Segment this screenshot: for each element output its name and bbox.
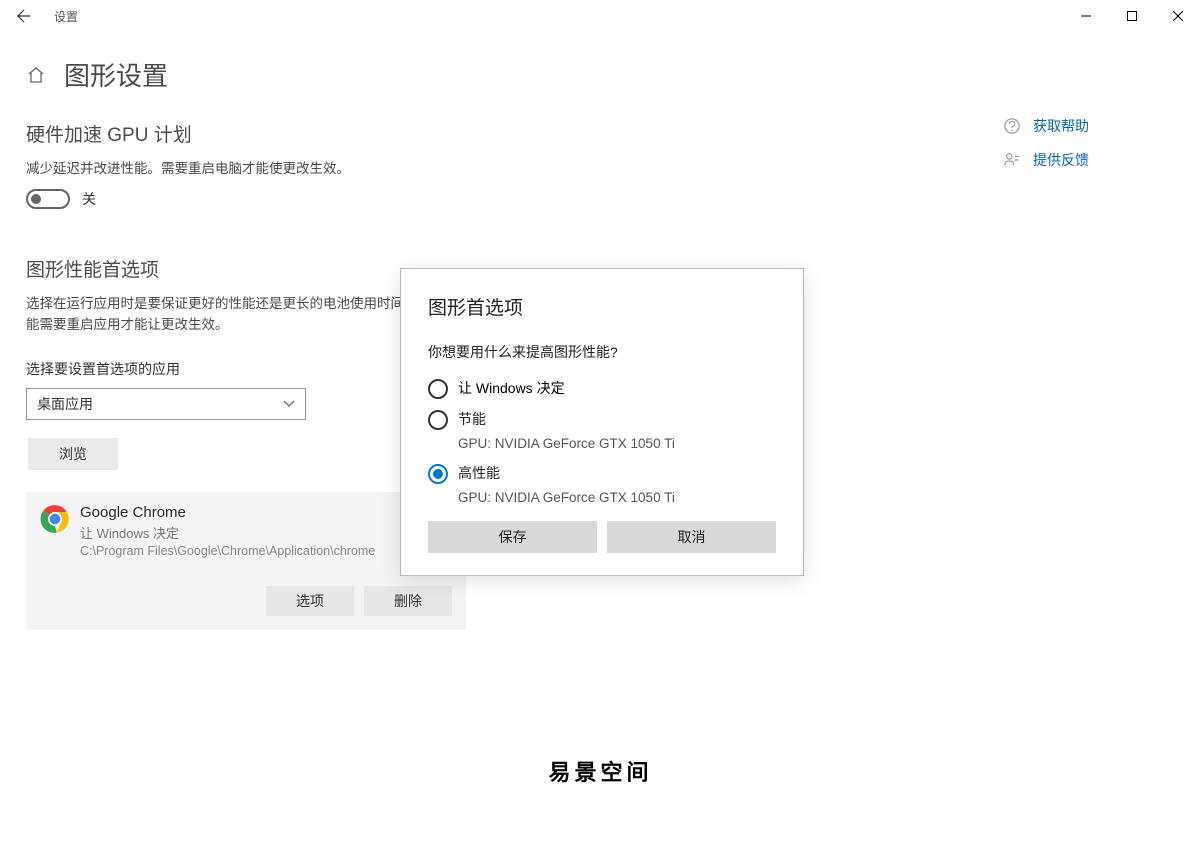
save-button[interactable]: 保存 [428, 521, 597, 553]
close-icon [1173, 11, 1183, 21]
chevron-down-icon [283, 400, 295, 408]
options-button[interactable]: 选项 [266, 586, 354, 616]
app-name: Google Chrome [80, 504, 452, 521]
gpu-schedule-heading: 硬件加速 GPU 计划 [26, 120, 906, 147]
radio-let-windows-decide[interactable]: 让 Windows 决定 [428, 378, 776, 399]
page-header: 图形设置 [0, 32, 1201, 111]
radio-label-1: 节能 [458, 409, 776, 429]
arrow-left-icon [17, 9, 31, 23]
minimize-icon [1081, 11, 1091, 21]
dialog-question: 你想要用什么来提高图形性能? [428, 342, 776, 362]
feedback-icon [1003, 151, 1021, 169]
app-type-select[interactable]: 桌面应用 [26, 388, 306, 420]
radio-circle [428, 379, 448, 399]
watermark: 易景空间 [548, 755, 652, 787]
radio-label-0: 让 Windows 决定 [458, 378, 776, 398]
app-header: Google Chrome 让 Windows 决定 C:\Program Fi… [40, 504, 452, 558]
gpu-schedule-toggle[interactable] [26, 189, 70, 209]
app-pref: 让 Windows 决定 [80, 523, 452, 542]
dialog-buttons: 保存 取消 [428, 521, 776, 553]
radio-label-2: 高性能 [458, 463, 776, 483]
perf-pref-desc: 选择在运行应用时是要保证更好的性能还是更长的电池使用时间。你可能需要重启应用才能… [26, 294, 446, 335]
chrome-icon [40, 504, 70, 534]
feedback-link[interactable]: 提供反馈 [1003, 150, 1089, 170]
home-icon[interactable] [26, 65, 46, 85]
titlebar: 设置 [0, 0, 1201, 32]
app-type-value: 桌面应用 [37, 394, 93, 414]
radio-sub-1: GPU: NVIDIA GeForce GTX 1050 Ti [458, 436, 776, 451]
dialog-title: 图形首选项 [428, 293, 776, 320]
page-title: 图形设置 [64, 56, 168, 93]
help-link-label: 获取帮助 [1033, 116, 1089, 136]
gpu-schedule-toggle-row: 关 [26, 189, 906, 209]
minimize-button[interactable] [1063, 0, 1109, 32]
radio-dot [433, 469, 443, 479]
maximize-icon [1127, 11, 1137, 21]
delete-button[interactable]: 删除 [364, 586, 452, 616]
gpu-schedule-desc: 减少延迟并改进性能。需要重启电脑才能使更改生效。 [26, 159, 906, 179]
browse-button[interactable]: 浏览 [28, 438, 118, 470]
back-button[interactable] [12, 4, 36, 28]
app-path: C:\Program Files\Google\Chrome\Applicati… [80, 544, 452, 558]
window-controls [1063, 0, 1201, 32]
app-buttons: 选项 删除 [40, 586, 452, 616]
radio-sub-2: GPU: NVIDIA GeForce GTX 1050 Ti [458, 490, 776, 505]
graphics-pref-dialog: 图形首选项 你想要用什么来提高图形性能? 让 Windows 决定 节能 GPU… [400, 268, 804, 576]
toggle-knob [31, 194, 41, 204]
side-links: 获取帮助 提供反馈 [1003, 116, 1089, 184]
radio-high-performance[interactable]: 高性能 [428, 463, 776, 486]
cancel-button[interactable]: 取消 [607, 521, 776, 553]
radio-circle [428, 464, 448, 484]
gpu-schedule-toggle-label: 关 [82, 189, 96, 209]
help-icon [1003, 117, 1021, 135]
help-link[interactable]: 获取帮助 [1003, 116, 1089, 136]
maximize-button[interactable] [1109, 0, 1155, 32]
radio-power-saving[interactable]: 节能 [428, 409, 776, 432]
radio-circle [428, 410, 448, 430]
feedback-link-label: 提供反馈 [1033, 150, 1089, 170]
app-title: 设置 [54, 8, 78, 25]
app-text: Google Chrome 让 Windows 决定 C:\Program Fi… [80, 504, 452, 558]
close-button[interactable] [1155, 0, 1201, 32]
